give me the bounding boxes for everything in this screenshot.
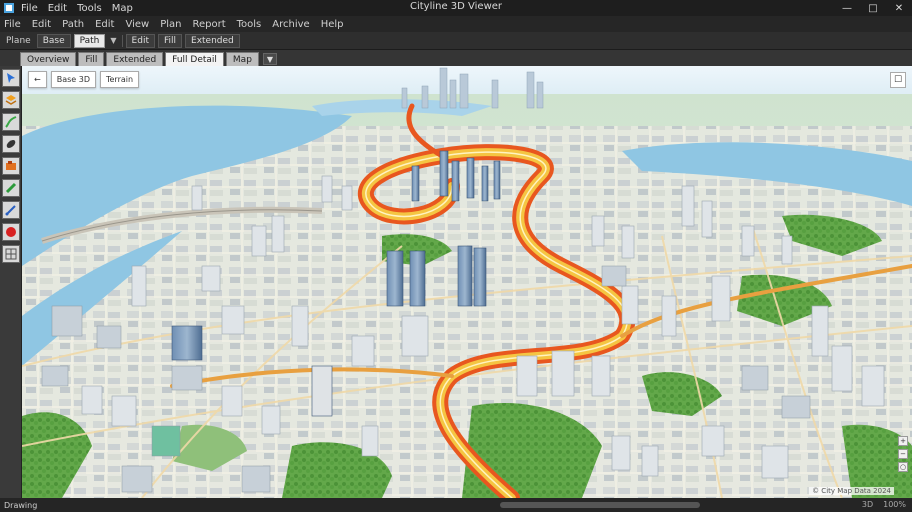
menu-bar: File Edit Path Edit View Plan Report Too… [0, 16, 912, 32]
menu-item[interactable]: Plan [160, 19, 181, 30]
tab-overview[interactable]: Overview [20, 52, 77, 66]
map-viewport[interactable]: ← Base 3D Terrain ☐ + − ○ © City Map Dat… [22, 66, 912, 498]
measure-icon[interactable] [1, 157, 20, 175]
status-text: Drawing [4, 500, 38, 510]
zoom-out-button[interactable]: − [898, 449, 908, 459]
view-select[interactable]: Terrain [99, 71, 140, 88]
menu-item[interactable]: Help [321, 19, 344, 30]
tab-extended[interactable]: Extended [106, 52, 164, 66]
toolbar-button[interactable]: Base [36, 33, 71, 48]
chevron-down-icon[interactable]: ▼ [108, 36, 118, 45]
map-controls: ← Base 3D Terrain [28, 71, 140, 88]
status-mode: 3D [861, 500, 874, 509]
route-icon[interactable] [1, 113, 20, 131]
tab-tools: ▼ [262, 52, 278, 66]
menu-item[interactable]: Tools [237, 19, 262, 30]
toolbar-divider [121, 34, 123, 47]
chevron-down-icon[interactable]: ▼ [262, 53, 278, 65]
tab-full-detail[interactable]: Full Detail [165, 52, 224, 66]
grid-icon[interactable] [1, 245, 20, 263]
mode-label: Plane [6, 35, 31, 46]
title-menu: File Edit Tools Map [21, 3, 133, 14]
menu-item[interactable]: Archive [272, 19, 309, 30]
menu-item[interactable]: Edit [32, 19, 51, 30]
app-window: File Edit Tools Map Cityline 3D Viewer —… [0, 0, 912, 512]
layers-icon[interactable] [1, 91, 20, 109]
horizontal-scrollbar[interactable] [500, 502, 700, 508]
title-menu-item[interactable]: Tools [77, 3, 102, 14]
status-right: 3D 100% [862, 500, 906, 509]
window-title: Cityline 3D Viewer [409, 1, 503, 12]
tab-bar: Overview Fill Extended Full Detail Map ▼ [0, 50, 912, 66]
layer-select[interactable]: Base 3D [50, 71, 96, 88]
expand-icon[interactable]: ☐ [890, 72, 906, 88]
toolbar-button[interactable]: Fill [157, 33, 183, 48]
title-menu-item[interactable]: Map [112, 3, 133, 14]
draw-icon[interactable] [1, 179, 20, 197]
close-icon[interactable]: ✕ [886, 0, 912, 16]
window-controls: — □ ✕ [834, 0, 912, 16]
minimize-icon[interactable]: — [834, 0, 860, 16]
title-menu-item[interactable]: Edit [48, 3, 67, 14]
zoom-in-button[interactable]: + [898, 436, 908, 446]
menu-item[interactable]: File [4, 19, 21, 30]
city-map-3d[interactable] [22, 66, 912, 498]
menu-item[interactable]: Path [62, 19, 84, 30]
record-icon[interactable] [1, 223, 20, 241]
toolbar-button[interactable]: Extended [185, 33, 240, 48]
tab-map[interactable]: Map [225, 52, 259, 66]
tool-palette [0, 66, 22, 498]
status-zoom: 100% [883, 500, 906, 509]
zoom-reset-button[interactable]: ○ [898, 462, 908, 472]
menu-item[interactable]: View [125, 19, 149, 30]
maximize-icon[interactable]: □ [860, 0, 886, 16]
menu-item[interactable]: Report [192, 19, 225, 30]
pin-icon[interactable] [1, 201, 20, 219]
zoom-controls: + − ○ [897, 436, 909, 494]
title-menu-item[interactable]: File [21, 3, 38, 14]
toolbar-button[interactable]: Edit [125, 33, 155, 48]
marker-icon[interactable] [1, 135, 20, 153]
map-attribution: © City Map Data 2024 [809, 487, 894, 495]
toolbar-button[interactable]: Path [73, 33, 106, 48]
select-icon[interactable] [1, 69, 20, 87]
back-button[interactable]: ← [28, 71, 47, 88]
app-icon [4, 3, 14, 13]
status-bar: Drawing [0, 498, 912, 512]
tab-fill[interactable]: Fill [78, 52, 105, 66]
toolbar: Plane Base Path ▼ Edit Fill Extended [0, 32, 912, 50]
menu-item[interactable]: Edit [95, 19, 114, 30]
title-bar: File Edit Tools Map Cityline 3D Viewer —… [0, 0, 912, 16]
